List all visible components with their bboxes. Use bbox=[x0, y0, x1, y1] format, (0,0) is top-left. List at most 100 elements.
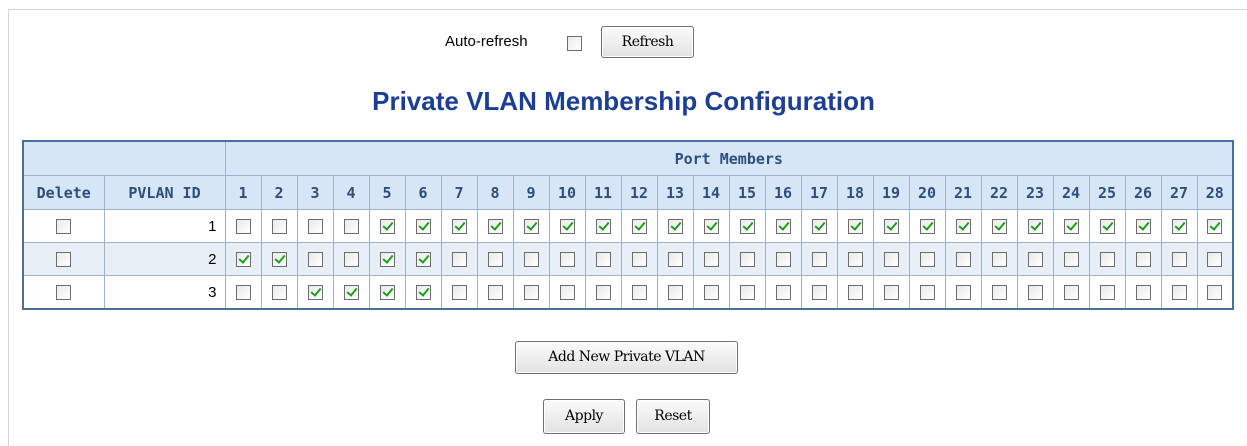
port-23-member-checkbox[interactable] bbox=[1027, 219, 1043, 235]
port-2-member-checkbox[interactable] bbox=[271, 285, 287, 301]
port-header-27: 27 bbox=[1160, 175, 1198, 210]
port-3-member-checkbox[interactable] bbox=[307, 285, 323, 301]
port-10-member-checkbox[interactable] bbox=[559, 252, 575, 268]
port-12-member-checkbox[interactable] bbox=[631, 252, 647, 268]
port-5-member-checkbox[interactable] bbox=[379, 285, 395, 301]
port-18-member-checkbox[interactable] bbox=[847, 285, 863, 301]
port-21-member-checkbox[interactable] bbox=[955, 219, 971, 235]
port-14-member-checkbox[interactable] bbox=[703, 252, 719, 268]
port-7-member-checkbox[interactable] bbox=[451, 252, 467, 268]
port-16-member-checkbox[interactable] bbox=[775, 285, 791, 301]
port-19-member-checkbox[interactable] bbox=[883, 219, 899, 235]
port-17-member-checkbox[interactable] bbox=[811, 285, 827, 301]
port-28-member-checkbox[interactable] bbox=[1207, 252, 1223, 268]
apply-button[interactable]: Apply bbox=[543, 399, 625, 434]
refresh-button[interactable]: Refresh bbox=[601, 26, 694, 58]
port-18-member-checkbox[interactable] bbox=[847, 252, 863, 268]
delete-checkbox[interactable] bbox=[56, 285, 72, 301]
port-20-member-checkbox[interactable] bbox=[919, 219, 935, 235]
port-13-member-checkbox[interactable] bbox=[667, 285, 683, 301]
reset-button[interactable]: Reset bbox=[636, 399, 710, 434]
port-11-member-checkbox[interactable] bbox=[595, 285, 611, 301]
port-13-member-checkbox[interactable] bbox=[667, 252, 683, 268]
port-8-member-checkbox[interactable] bbox=[487, 285, 503, 301]
port-1-member-checkbox[interactable] bbox=[235, 285, 251, 301]
port-15-member-checkbox[interactable] bbox=[739, 252, 755, 268]
port-25-member-checkbox[interactable] bbox=[1099, 285, 1115, 301]
port-10-member-checkbox[interactable] bbox=[559, 219, 575, 235]
port-7-member-checkbox[interactable] bbox=[451, 219, 467, 235]
port-5-member-checkbox[interactable] bbox=[379, 219, 395, 235]
delete-checkbox[interactable] bbox=[56, 219, 72, 235]
port-24-member-checkbox[interactable] bbox=[1063, 219, 1079, 235]
port-2-member-checkbox[interactable] bbox=[271, 252, 287, 268]
port-14-member-checkbox[interactable] bbox=[703, 285, 719, 301]
port-19-member-checkbox[interactable] bbox=[883, 285, 899, 301]
port-23-member-checkbox[interactable] bbox=[1027, 252, 1043, 268]
port-3-member-checkbox[interactable] bbox=[307, 219, 323, 235]
port-8-member-checkbox[interactable] bbox=[487, 219, 503, 235]
port-member-cell bbox=[872, 209, 910, 243]
port-member-cell bbox=[584, 242, 622, 276]
port-2-member-checkbox[interactable] bbox=[271, 219, 287, 235]
port-26-member-checkbox[interactable] bbox=[1135, 219, 1151, 235]
port-9-member-checkbox[interactable] bbox=[523, 285, 539, 301]
port-header-8: 8 bbox=[476, 175, 514, 210]
port-6-member-checkbox[interactable] bbox=[415, 252, 431, 268]
port-24-member-checkbox[interactable] bbox=[1063, 252, 1079, 268]
port-22-member-checkbox[interactable] bbox=[991, 219, 1007, 235]
port-20-member-checkbox[interactable] bbox=[919, 285, 935, 301]
port-1-member-checkbox[interactable] bbox=[235, 219, 251, 235]
port-5-member-checkbox[interactable] bbox=[379, 252, 395, 268]
port-11-member-checkbox[interactable] bbox=[595, 219, 611, 235]
port-23-member-checkbox[interactable] bbox=[1027, 285, 1043, 301]
port-22-member-checkbox[interactable] bbox=[991, 285, 1007, 301]
port-6-member-checkbox[interactable] bbox=[415, 285, 431, 301]
port-13-member-checkbox[interactable] bbox=[667, 219, 683, 235]
port-17-member-checkbox[interactable] bbox=[811, 219, 827, 235]
port-1-member-checkbox[interactable] bbox=[235, 252, 251, 268]
port-member-cell bbox=[656, 242, 694, 276]
port-7-member-checkbox[interactable] bbox=[451, 285, 467, 301]
port-8-member-checkbox[interactable] bbox=[487, 252, 503, 268]
port-15-member-checkbox[interactable] bbox=[739, 219, 755, 235]
port-12-member-checkbox[interactable] bbox=[631, 219, 647, 235]
port-26-member-checkbox[interactable] bbox=[1135, 285, 1151, 301]
port-4-member-checkbox[interactable] bbox=[343, 252, 359, 268]
port-9-member-checkbox[interactable] bbox=[523, 219, 539, 235]
delete-checkbox[interactable] bbox=[56, 252, 72, 268]
port-9-member-checkbox[interactable] bbox=[523, 252, 539, 268]
port-12-member-checkbox[interactable] bbox=[631, 285, 647, 301]
port-24-member-checkbox[interactable] bbox=[1063, 285, 1079, 301]
port-25-member-checkbox[interactable] bbox=[1099, 252, 1115, 268]
port-4-member-checkbox[interactable] bbox=[343, 285, 359, 301]
port-26-member-checkbox[interactable] bbox=[1135, 252, 1151, 268]
port-21-member-checkbox[interactable] bbox=[955, 285, 971, 301]
port-28-member-checkbox[interactable] bbox=[1207, 285, 1223, 301]
port-14-member-checkbox[interactable] bbox=[703, 219, 719, 235]
port-22-member-checkbox[interactable] bbox=[991, 252, 1007, 268]
port-16-member-checkbox[interactable] bbox=[775, 219, 791, 235]
port-19-member-checkbox[interactable] bbox=[883, 252, 899, 268]
port-member-cell bbox=[332, 209, 370, 243]
port-27-member-checkbox[interactable] bbox=[1171, 285, 1187, 301]
port-6-member-checkbox[interactable] bbox=[415, 219, 431, 235]
add-new-private-vlan-button[interactable]: Add New Private VLAN bbox=[515, 341, 738, 374]
port-27-member-checkbox[interactable] bbox=[1171, 219, 1187, 235]
port-21-member-checkbox[interactable] bbox=[955, 252, 971, 268]
port-10-member-checkbox[interactable] bbox=[559, 285, 575, 301]
port-3-member-checkbox[interactable] bbox=[307, 252, 323, 268]
port-16-member-checkbox[interactable] bbox=[775, 252, 791, 268]
port-4-member-checkbox[interactable] bbox=[343, 219, 359, 235]
auto-refresh-checkbox[interactable] bbox=[567, 36, 582, 51]
port-header-20: 20 bbox=[908, 175, 946, 210]
port-11-member-checkbox[interactable] bbox=[595, 252, 611, 268]
port-18-member-checkbox[interactable] bbox=[847, 219, 863, 235]
port-15-member-checkbox[interactable] bbox=[739, 285, 755, 301]
port-20-member-checkbox[interactable] bbox=[919, 252, 935, 268]
port-27-member-checkbox[interactable] bbox=[1171, 252, 1187, 268]
port-25-member-checkbox[interactable] bbox=[1099, 219, 1115, 235]
port-member-cell bbox=[692, 242, 730, 276]
port-17-member-checkbox[interactable] bbox=[811, 252, 827, 268]
port-28-member-checkbox[interactable] bbox=[1207, 219, 1223, 235]
